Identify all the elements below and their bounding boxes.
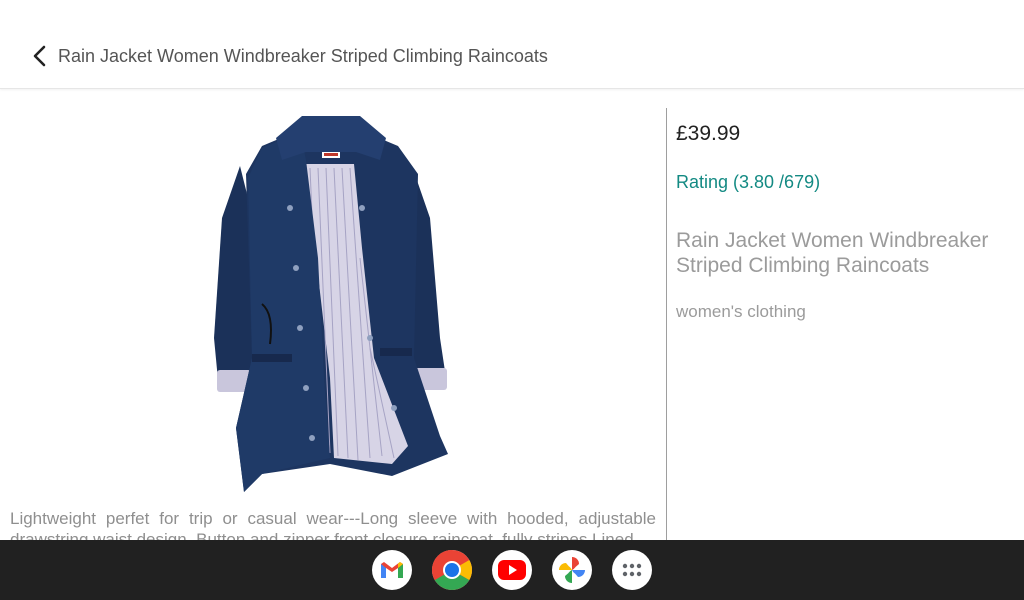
product-price: £39.99	[676, 122, 741, 145]
product-category: women's clothing	[676, 302, 806, 321]
product-name: Rain Jacket Women Windbreaker Striped Cl…	[676, 229, 989, 277]
youtube-icon[interactable]	[492, 550, 532, 590]
chrome-icon[interactable]	[432, 550, 472, 590]
product-rating: Rating (3.80 /679)	[676, 172, 821, 192]
app-bar: Rain Jacket Women Windbreaker Striped Cl…	[0, 0, 1024, 89]
chevron-left-icon	[33, 45, 46, 67]
back-button[interactable]	[24, 40, 56, 72]
navy-rain-jacket-image	[214, 116, 448, 492]
app-launcher-icon[interactable]	[612, 550, 652, 590]
page-title: Rain Jacket Women Windbreaker Striped Cl…	[58, 46, 548, 66]
product-image	[0, 108, 666, 498]
photos-icon[interactable]	[552, 550, 592, 590]
product-description: Lightweight perfet for trip or casual we…	[10, 509, 656, 540]
gmail-icon[interactable]	[372, 550, 412, 590]
vertical-divider	[666, 108, 667, 540]
taskbar-dock	[0, 540, 1024, 600]
